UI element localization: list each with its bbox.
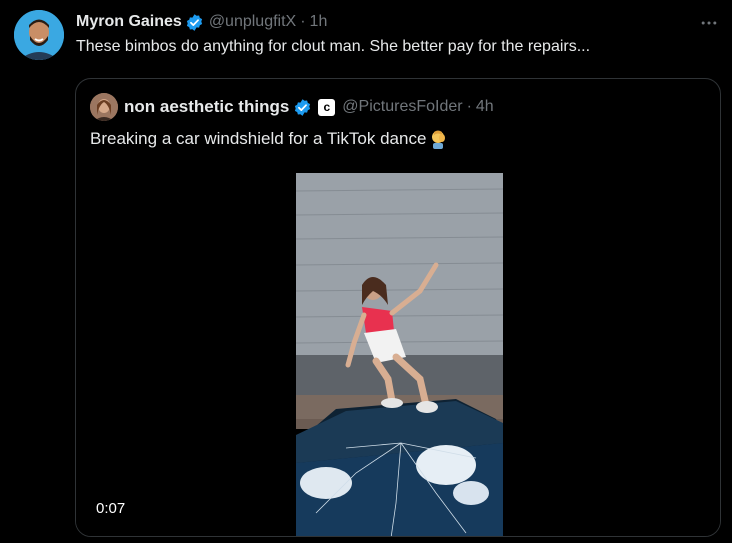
quoted-tweet-text: Breaking a car windshield for a TikTok d… bbox=[90, 129, 427, 148]
affiliate-badge-icon: c bbox=[318, 98, 336, 116]
quoted-separator-dot: · bbox=[466, 98, 472, 115]
verified-badge-icon bbox=[185, 13, 204, 32]
author-display-name[interactable]: Myron Gaines bbox=[76, 13, 182, 31]
video-thumbnail[interactable] bbox=[296, 173, 503, 536]
quoted-tweet-card[interactable]: non aesthetic things c @PicturesFoIder ·… bbox=[75, 78, 721, 537]
video-duration-badge: 0:07 bbox=[90, 497, 132, 521]
quoted-author-avatar[interactable] bbox=[90, 93, 118, 121]
author-avatar[interactable] bbox=[14, 10, 64, 60]
quoted-tweet-text-row: Breaking a car windshield for a TikTok d… bbox=[90, 129, 449, 149]
more-horizontal-icon[interactable] bbox=[695, 10, 723, 36]
quoted-verified-badge-icon bbox=[293, 98, 312, 117]
separator-dot: · bbox=[300, 13, 306, 30]
quoted-author-handle[interactable]: @PicturesFoIder bbox=[342, 98, 462, 116]
tweet-text: These bimbos do anything for clout man. … bbox=[76, 38, 591, 55]
tweet-header: Myron Gaines @unplugfitX · 1h bbox=[76, 11, 327, 33]
video-player[interactable]: 0:07 bbox=[76, 173, 720, 536]
quoted-tweet-timestamp[interactable]: 4h bbox=[476, 98, 494, 116]
author-handle[interactable]: @unplugfitX bbox=[209, 13, 296, 31]
quoted-tweet-header: non aesthetic things c @PicturesFoIder ·… bbox=[90, 93, 494, 121]
tweet-timestamp[interactable]: 1h bbox=[310, 13, 328, 31]
quoted-author-display-name[interactable]: non aesthetic things bbox=[124, 97, 289, 117]
facepalm-emoji-icon bbox=[429, 129, 449, 149]
tweet: Myron Gaines @unplugfitX · 1h These bimb… bbox=[0, 0, 732, 543]
